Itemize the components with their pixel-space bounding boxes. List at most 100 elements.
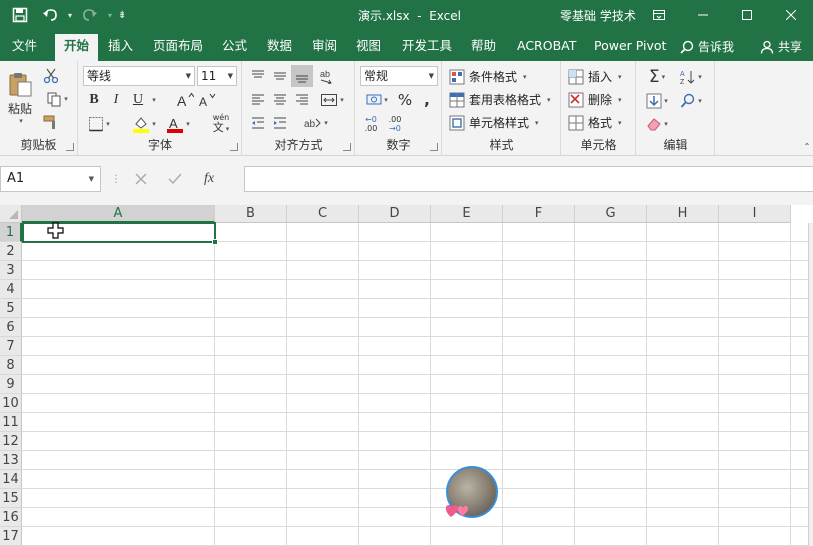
minimize-button[interactable] <box>681 0 725 30</box>
name-box[interactable]: A1 ▼ <box>0 166 101 192</box>
row-header-9[interactable]: 9 <box>0 375 22 394</box>
delete-cells-button[interactable]: 删除 ▾ <box>568 91 622 108</box>
font-size-dropdown-icon[interactable]: ▼ <box>228 67 233 85</box>
tell-me-search[interactable]: 告诉我 <box>680 38 734 55</box>
maximize-button[interactable] <box>725 0 769 30</box>
alignment-launcher-icon[interactable] <box>343 143 351 151</box>
conditional-formatting-button[interactable]: 条件格式 ▾ <box>449 68 527 85</box>
accounting-format-button[interactable]: ▾ <box>360 90 394 110</box>
row-header-8[interactable]: 8 <box>0 356 22 375</box>
vertical-scrollbar[interactable] <box>808 223 813 546</box>
align-center-button[interactable] <box>269 89 291 111</box>
fill-color-dropdown-icon[interactable]: ▾ <box>152 120 156 128</box>
align-right-button[interactable] <box>291 89 313 111</box>
tab-page-layout[interactable]: 页面布局 <box>144 34 212 61</box>
increase-decimal-button[interactable]: ←0.00 <box>360 113 382 135</box>
clipboard-launcher-icon[interactable] <box>66 143 74 151</box>
percent-button[interactable]: % <box>396 90 414 110</box>
tab-acrobat[interactable]: ACROBAT <box>508 34 585 61</box>
font-name-dropdown-icon[interactable]: ▼ <box>186 67 191 85</box>
customize-qat-icon[interactable]: ⇟ <box>118 10 126 21</box>
font-launcher-icon[interactable] <box>230 143 238 151</box>
middle-align-button[interactable] <box>269 65 291 87</box>
comma-style-button[interactable]: , <box>418 90 436 110</box>
tab-power-pivot[interactable]: Power Pivot <box>585 34 675 61</box>
fill-color-button[interactable]: ▾ <box>129 114 159 134</box>
phonetic-guide-button[interactable]: wén 文 ▾ <box>205 112 237 136</box>
fill-handle[interactable] <box>212 239 218 245</box>
name-box-dropdown-icon[interactable]: ▼ <box>89 167 94 191</box>
column-header-h[interactable]: H <box>647 205 719 223</box>
column-header-a[interactable]: A <box>22 205 215 223</box>
confirm-entry-button[interactable] <box>158 166 192 192</box>
column-header-c[interactable]: C <box>287 205 359 223</box>
tab-help[interactable]: 帮助 <box>462 34 505 61</box>
column-header-b[interactable]: B <box>215 205 287 223</box>
close-button[interactable] <box>769 0 813 30</box>
font-size-combo[interactable]: 11 ▼ <box>197 66 237 86</box>
tab-data[interactable]: 数据 <box>258 34 301 61</box>
increase-indent-button[interactable] <box>269 112 291 134</box>
format-cells-button[interactable]: 格式 ▾ <box>568 114 622 131</box>
undo-button[interactable] <box>38 4 62 26</box>
tab-review[interactable]: 审阅 <box>303 34 346 61</box>
wrap-text-button[interactable]: ab ▾ <box>299 112 333 134</box>
tab-insert[interactable]: 插入 <box>99 34 142 61</box>
undo-dropdown-icon[interactable]: ▾ <box>68 11 72 20</box>
column-header-d[interactable]: D <box>359 205 431 223</box>
number-format-dropdown-icon[interactable]: ▼ <box>429 67 434 85</box>
underline-dropdown-icon[interactable]: ▾ <box>150 94 158 106</box>
redo-button[interactable] <box>78 4 102 26</box>
format-as-table-button[interactable]: 套用表格格式 ▾ <box>449 91 551 108</box>
column-header-g[interactable]: G <box>575 205 647 223</box>
align-left-button[interactable] <box>247 89 269 111</box>
sort-filter-button[interactable]: A Z ▾ <box>675 66 707 88</box>
tab-formulas[interactable]: 公式 <box>213 34 256 61</box>
merge-dropdown-icon[interactable]: ▾ <box>340 96 344 104</box>
tab-file[interactable]: 文件 <box>3 34 46 61</box>
wrap-dropdown-icon[interactable]: ▾ <box>324 119 328 127</box>
top-align-button[interactable] <box>247 65 269 87</box>
row-header-7[interactable]: 7 <box>0 337 22 356</box>
column-header-i[interactable]: I <box>719 205 791 223</box>
redo-dropdown-icon[interactable]: ▾ <box>108 11 112 20</box>
row-header-5[interactable]: 5 <box>0 299 22 318</box>
increase-font-size-button[interactable]: A <box>175 90 195 110</box>
copy-button[interactable]: ▾ <box>40 89 74 109</box>
row-header-15[interactable]: 15 <box>0 489 22 508</box>
row-header-16[interactable]: 16 <box>0 508 22 527</box>
worksheet-grid[interactable]: A B C D E F G H I 1 2 3 4 5 6 7 8 9 10 11 12 13 14 15 16 17 <box>0 205 813 546</box>
ribbon-display-options-button[interactable] <box>637 0 681 30</box>
column-header-f[interactable]: F <box>503 205 575 223</box>
row-header-1[interactable]: 1 <box>0 223 22 242</box>
paste-button[interactable]: 粘贴 ▾ <box>4 67 36 127</box>
underline-button[interactable]: U <box>128 90 148 110</box>
font-name-combo[interactable]: 等线 ▼ <box>83 66 195 86</box>
merge-center-button[interactable]: ▾ <box>315 89 349 111</box>
font-color-button[interactable]: A ▾ <box>163 114 193 134</box>
row-header-2[interactable]: 2 <box>0 242 22 261</box>
tab-home[interactable]: 开始 <box>55 34 99 61</box>
cell-styles-button[interactable]: 单元格样式 ▾ <box>449 114 539 131</box>
number-launcher-icon[interactable] <box>430 143 438 151</box>
row-header-12[interactable]: 12 <box>0 432 22 451</box>
select-all-button[interactable] <box>0 205 22 223</box>
decrease-indent-button[interactable] <box>247 112 269 134</box>
column-header-e[interactable]: E <box>431 205 503 223</box>
accounting-dropdown-icon[interactable]: ▾ <box>384 96 388 104</box>
decrease-font-size-button[interactable]: A <box>197 90 217 110</box>
orientation-button[interactable]: ab <box>315 65 337 87</box>
insert-function-button[interactable]: fx <box>192 166 226 192</box>
bottom-align-button[interactable] <box>291 65 313 87</box>
row-header-3[interactable]: 3 <box>0 261 22 280</box>
row-header-11[interactable]: 11 <box>0 413 22 432</box>
insert-cells-button[interactable]: 插入 ▾ <box>568 68 622 85</box>
row-header-10[interactable]: 10 <box>0 394 22 413</box>
row-header-14[interactable]: 14 <box>0 470 22 489</box>
find-select-button[interactable]: ▾ <box>675 90 707 112</box>
row-header-17[interactable]: 17 <box>0 527 22 546</box>
save-button[interactable] <box>8 4 32 26</box>
row-header-4[interactable]: 4 <box>0 280 22 299</box>
row-header-6[interactable]: 6 <box>0 318 22 337</box>
copy-dropdown-icon[interactable]: ▾ <box>64 95 68 103</box>
